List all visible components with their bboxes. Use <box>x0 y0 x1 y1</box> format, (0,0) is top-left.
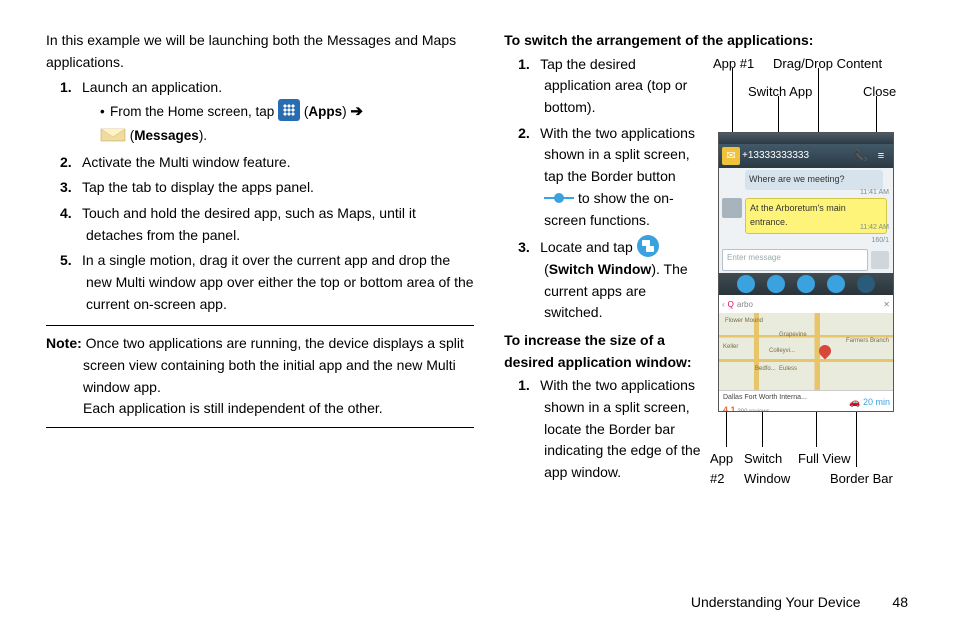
page-number: 48 <box>892 594 908 610</box>
paren: ). <box>199 128 207 143</box>
switch-window-label: Switch Window <box>549 261 652 277</box>
step-text: Touch and hold the desired app, such as … <box>82 205 416 243</box>
timestamp: 11:41 AM <box>860 188 889 199</box>
heading-switch: To switch the arrangement of the applica… <box>504 30 908 52</box>
messages-pane: Where are we meeting? 11:41 AM At the Ar… <box>719 168 893 273</box>
app1-header: ✉ +13333333333 📞 ≡ <box>719 144 893 168</box>
list-item: 2.Activate the Multi window feature. <box>86 152 474 174</box>
city-label: Grapevine <box>779 331 807 340</box>
phone-mockup: ✉ +13333333333 📞 ≡ Where are we meeting?… <box>718 132 894 412</box>
messages-icon <box>100 126 126 144</box>
step-text: Tap the desired application area (top or… <box>540 56 687 115</box>
avatar <box>722 198 742 218</box>
note-body: Once two applications are running, the d… <box>82 335 464 394</box>
step-text: Tap the tab to display the apps panel. <box>82 179 314 195</box>
callout-switchapp: Switch App <box>748 82 812 102</box>
step-text: Locate and tap <box>540 239 637 255</box>
close-icon <box>857 275 875 293</box>
search-text: arbo <box>737 299 753 311</box>
heading-resize: To increase the size of a desired applic… <box>504 330 704 373</box>
callout-close: Close <box>863 82 896 102</box>
reviews: 300 reviews <box>737 409 769 412</box>
list-item: 5.In a single motion, drag it over the c… <box>86 250 474 315</box>
border-bar <box>719 273 893 295</box>
switch-window-icon <box>637 235 659 257</box>
messages-label: Messages <box>134 128 199 143</box>
switch-window-icon <box>767 275 785 293</box>
step-text: Activate the Multi window feature. <box>82 154 291 170</box>
sub-bullet: •From the Home screen, tap (Apps) ➔ (Mes… <box>100 99 474 147</box>
switch-app-icon <box>737 275 755 293</box>
two-columns: In this example we will be launching bot… <box>46 30 908 488</box>
drag-drop-icon <box>797 275 815 293</box>
list-item: 1.Tap the desired application area (top … <box>544 54 704 119</box>
list-item: 2.With the two applications shown in a s… <box>544 123 704 231</box>
callout-app1: App #1 <box>713 54 754 74</box>
arrow-right-icon: ➔ <box>350 103 363 120</box>
step-text: With the two applications shown in a spl… <box>540 125 695 184</box>
note-label: Note: <box>46 335 82 351</box>
messages-app-icon: ✉ <box>722 147 740 165</box>
send-icon <box>871 251 889 269</box>
apps-icon <box>278 99 300 121</box>
step-text: In a single motion, drag it over the cur… <box>82 252 474 311</box>
sub-text: From the Home screen, tap <box>110 104 278 119</box>
page-footer: Understanding Your Device 48 <box>691 592 908 614</box>
city-label: Farmers Branch <box>846 337 889 346</box>
call-icon: 📞 <box>852 147 870 165</box>
right-steps: 1.Tap the desired application area (top … <box>544 54 704 324</box>
intro-text: In this example we will be launching bot… <box>46 30 474 73</box>
resize-steps: 1.With the two applications shown in a s… <box>544 375 704 483</box>
callout-borderbar: Border Bar <box>830 469 893 489</box>
city-label: Euless <box>779 365 797 374</box>
back-icon: ‹ <box>722 299 725 311</box>
city-label: Bedfo... <box>755 365 776 374</box>
map-bottom-bar: Dallas Fort Worth Interna... 4.1 300 rev… <box>719 390 893 412</box>
apps-label: Apps <box>308 104 342 119</box>
place-name: Dallas Fort Worth Interna... <box>723 394 807 401</box>
note-body-2: Each application is still independent of… <box>46 398 474 420</box>
callout-app2: App#2 <box>710 449 733 489</box>
timestamp: 11:42 AM <box>860 223 889 234</box>
list-item: 3.Locate and tap (Switch Window). The cu… <box>544 235 704 324</box>
border-button-icon <box>544 191 574 205</box>
figure-area: App #1 Drag/Drop Content Switch App Clos… <box>708 54 908 488</box>
status-bar <box>719 133 893 144</box>
left-column: In this example we will be launching bot… <box>46 30 474 488</box>
city-label: Colleyvi... <box>769 347 795 356</box>
step-text: Launch an application. <box>82 79 222 95</box>
manual-page: In this example we will be launching bot… <box>0 0 954 636</box>
section-title: Understanding Your Device <box>691 594 861 610</box>
callout-switchwin: SwitchWindow <box>744 449 790 489</box>
step-text: With the two applications shown in a spl… <box>540 377 700 480</box>
menu-icon: ≡ <box>872 147 890 165</box>
callout-dragdrop: Drag/Drop Content <box>773 54 882 74</box>
right-column: To switch the arrangement of the applica… <box>504 30 908 488</box>
list-item: 1.With the two applications shown in a s… <box>544 375 704 483</box>
rating: 4.1 <box>723 405 736 412</box>
char-count: 160/1 <box>871 236 889 247</box>
left-steps: 1.Launch an application. •From the Home … <box>86 77 474 315</box>
maps-pane: ‹ Q arbo ✕ Flower Mound Keller Grapevine… <box>719 295 893 412</box>
full-view-icon <box>827 275 845 293</box>
contact-number: +13333333333 <box>742 148 850 164</box>
list-item: 3.Tap the tab to display the apps panel. <box>86 177 474 199</box>
right-inner: 1.Tap the desired application area (top … <box>504 54 908 488</box>
list-item: 4.Touch and hold the desired app, such a… <box>86 203 474 246</box>
map-canvas: Flower Mound Keller Grapevine Colleyvi..… <box>719 313 893 395</box>
message-input: Enter message <box>722 249 868 271</box>
incoming-message: Where are we meeting? <box>745 170 883 190</box>
callout-fullview: Full View <box>798 449 851 469</box>
drive-time: 🚗 20 min <box>849 396 890 410</box>
city-label: Flower Mound <box>725 317 763 326</box>
note-block: Note: Once two applications are running,… <box>46 325 474 428</box>
list-item: 1.Launch an application. •From the Home … <box>86 77 474 147</box>
right-text-block: 1.Tap the desired application area (top … <box>504 54 704 488</box>
city-label: Keller <box>723 343 738 352</box>
